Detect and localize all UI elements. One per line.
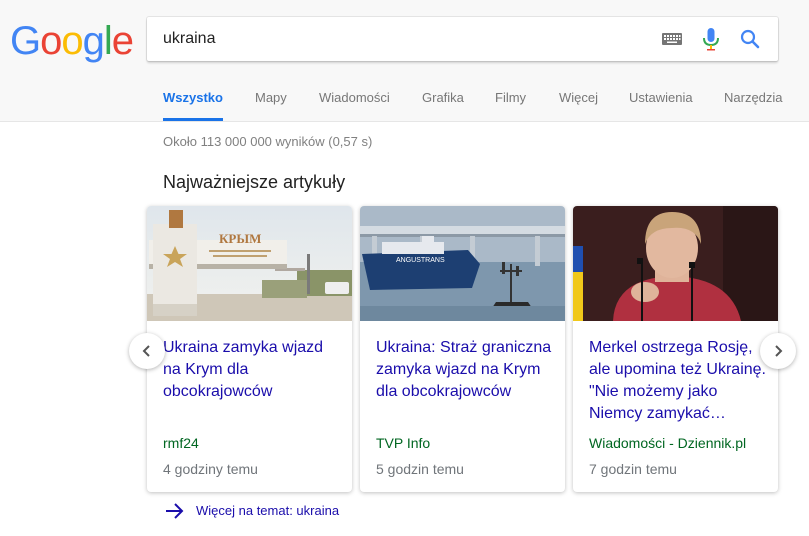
carousel-prev-button[interactable]	[129, 333, 165, 369]
tab-all[interactable]: Wszystko	[163, 78, 223, 121]
angela-merkel-photo	[573, 206, 778, 321]
microphone-icon[interactable]	[701, 27, 721, 51]
tab-tools[interactable]: Narzędzia	[724, 78, 783, 121]
tab-news[interactable]: Wiadomości	[319, 78, 390, 121]
logo-letter: G	[10, 19, 41, 63]
news-card-time: 7 godzin temu	[589, 461, 677, 477]
news-card-source: rmf24	[163, 435, 199, 451]
news-card[interactable]: Merkel ostrzega Rosję, ale upomina też U…	[573, 206, 778, 492]
news-card-source: TVP Info	[376, 435, 431, 451]
carousel-next-button[interactable]	[760, 333, 796, 369]
logo-letter: l	[103, 19, 113, 63]
news-card-time: 5 godzin temu	[376, 461, 464, 477]
tab-images[interactable]: Grafika	[422, 78, 464, 121]
logo-letter: e	[111, 19, 134, 63]
keyboard-icon[interactable]	[661, 31, 683, 47]
google-logo[interactable]: Google	[10, 17, 134, 65]
logo-letter: o	[61, 19, 83, 63]
tab-more[interactable]: Więcej	[559, 78, 598, 121]
ship-text: ANGUSTRANS	[396, 257, 445, 264]
logo-letter: g	[82, 19, 105, 63]
news-card-title[interactable]: Ukraina: Straż graniczna zamyka wjazd na…	[376, 337, 556, 403]
news-card-title[interactable]: Ukraina zamyka wjazd na Krym dla obcokra…	[163, 337, 343, 403]
tab-settings[interactable]: Ustawienia	[629, 78, 693, 121]
news-card-title[interactable]: Merkel ostrzega Rosję, ale upomina też U…	[589, 337, 769, 425]
more-news-label[interactable]: Więcej na temat: ukraina	[196, 503, 339, 518]
ship-under-bridge-photo: ANGUSTRANS	[360, 206, 565, 321]
chevron-right-icon	[775, 345, 783, 357]
news-card[interactable]: ANGUSTRANS Ukraina: Straż graniczna zamy…	[360, 206, 565, 492]
news-card[interactable]: КРЫМ Ukraina zamyka wjazd na Krym dla ob…	[147, 206, 352, 492]
result-stats: Około 113 000 000 wyników (0,57 s)	[163, 134, 373, 149]
sign-text: КРЫМ	[219, 231, 261, 246]
news-card-time: 4 godziny temu	[163, 461, 258, 477]
news-card-source: Wiadomości - Dziennik.pl	[589, 435, 747, 451]
search-box[interactable]: ukraina	[147, 17, 778, 61]
search-input[interactable]: ukraina	[163, 17, 215, 61]
top-stories-title: Najważniejsze artykuły	[163, 172, 346, 192]
tab-videos[interactable]: Filmy	[495, 78, 526, 121]
chevron-left-icon	[142, 345, 150, 357]
search-tabs: Wszystko Mapy Wiadomości Grafika Filmy W…	[0, 78, 809, 121]
logo-letter: o	[40, 19, 62, 63]
search-icon[interactable]	[739, 28, 761, 50]
search-header: Google ukraina Wszystko Mapy Wiadomości …	[0, 0, 809, 122]
arrow-right-icon	[166, 503, 184, 519]
tab-maps[interactable]: Mapy	[255, 78, 287, 121]
crimea-border-sign-photo: КРЫМ	[147, 206, 352, 321]
